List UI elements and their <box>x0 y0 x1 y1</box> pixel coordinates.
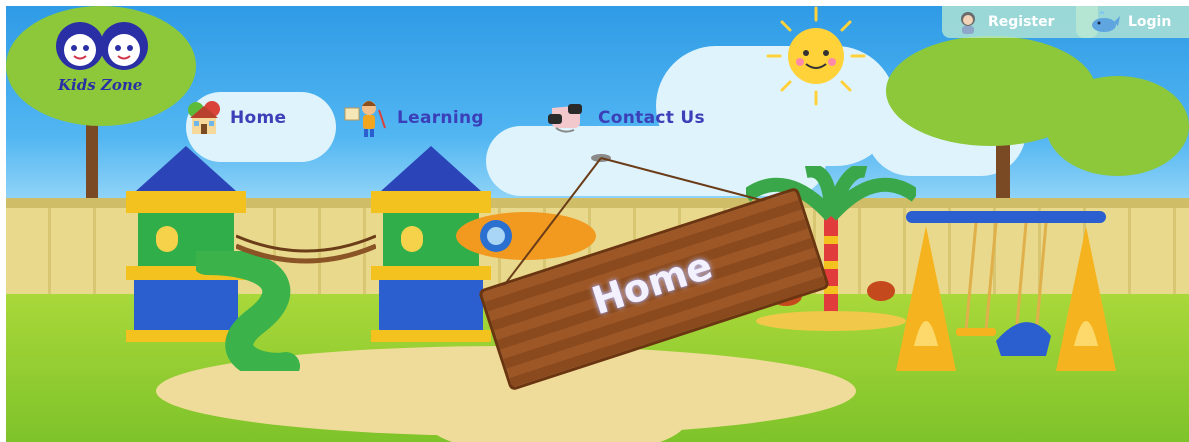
logo[interactable]: Kids Zone <box>46 16 156 96</box>
register-button[interactable]: Register <box>942 6 1098 38</box>
nav-contact[interactable]: Contact Us <box>544 98 705 138</box>
nav-home-label: Home <box>230 108 287 128</box>
whale-icon <box>1092 11 1120 32</box>
nav-learning[interactable]: Learning <box>341 98 484 138</box>
nav-contact-label: Contact Us <box>598 108 705 128</box>
phone-icon <box>548 104 582 133</box>
logo-text: Kids Zone <box>58 76 143 94</box>
swing-set <box>896 211 1116 371</box>
register-label: Register <box>988 14 1055 30</box>
kids-faces-icon <box>56 22 148 70</box>
login-label: Login <box>1128 14 1172 30</box>
house-icon <box>188 101 220 134</box>
login-button[interactable]: Login <box>1076 6 1189 38</box>
kid-drawing-icon <box>344 101 386 137</box>
tree-canopy <box>1046 76 1189 176</box>
nav-learning-label: Learning <box>397 108 484 128</box>
nav-home[interactable]: Home <box>186 98 286 138</box>
rope-bridge <box>236 234 376 264</box>
sun-icon <box>766 6 866 106</box>
hero-scene: Kids Zone Home Learning Contact Us Regis… <box>6 6 1189 442</box>
girl-avatar-icon <box>961 12 975 34</box>
